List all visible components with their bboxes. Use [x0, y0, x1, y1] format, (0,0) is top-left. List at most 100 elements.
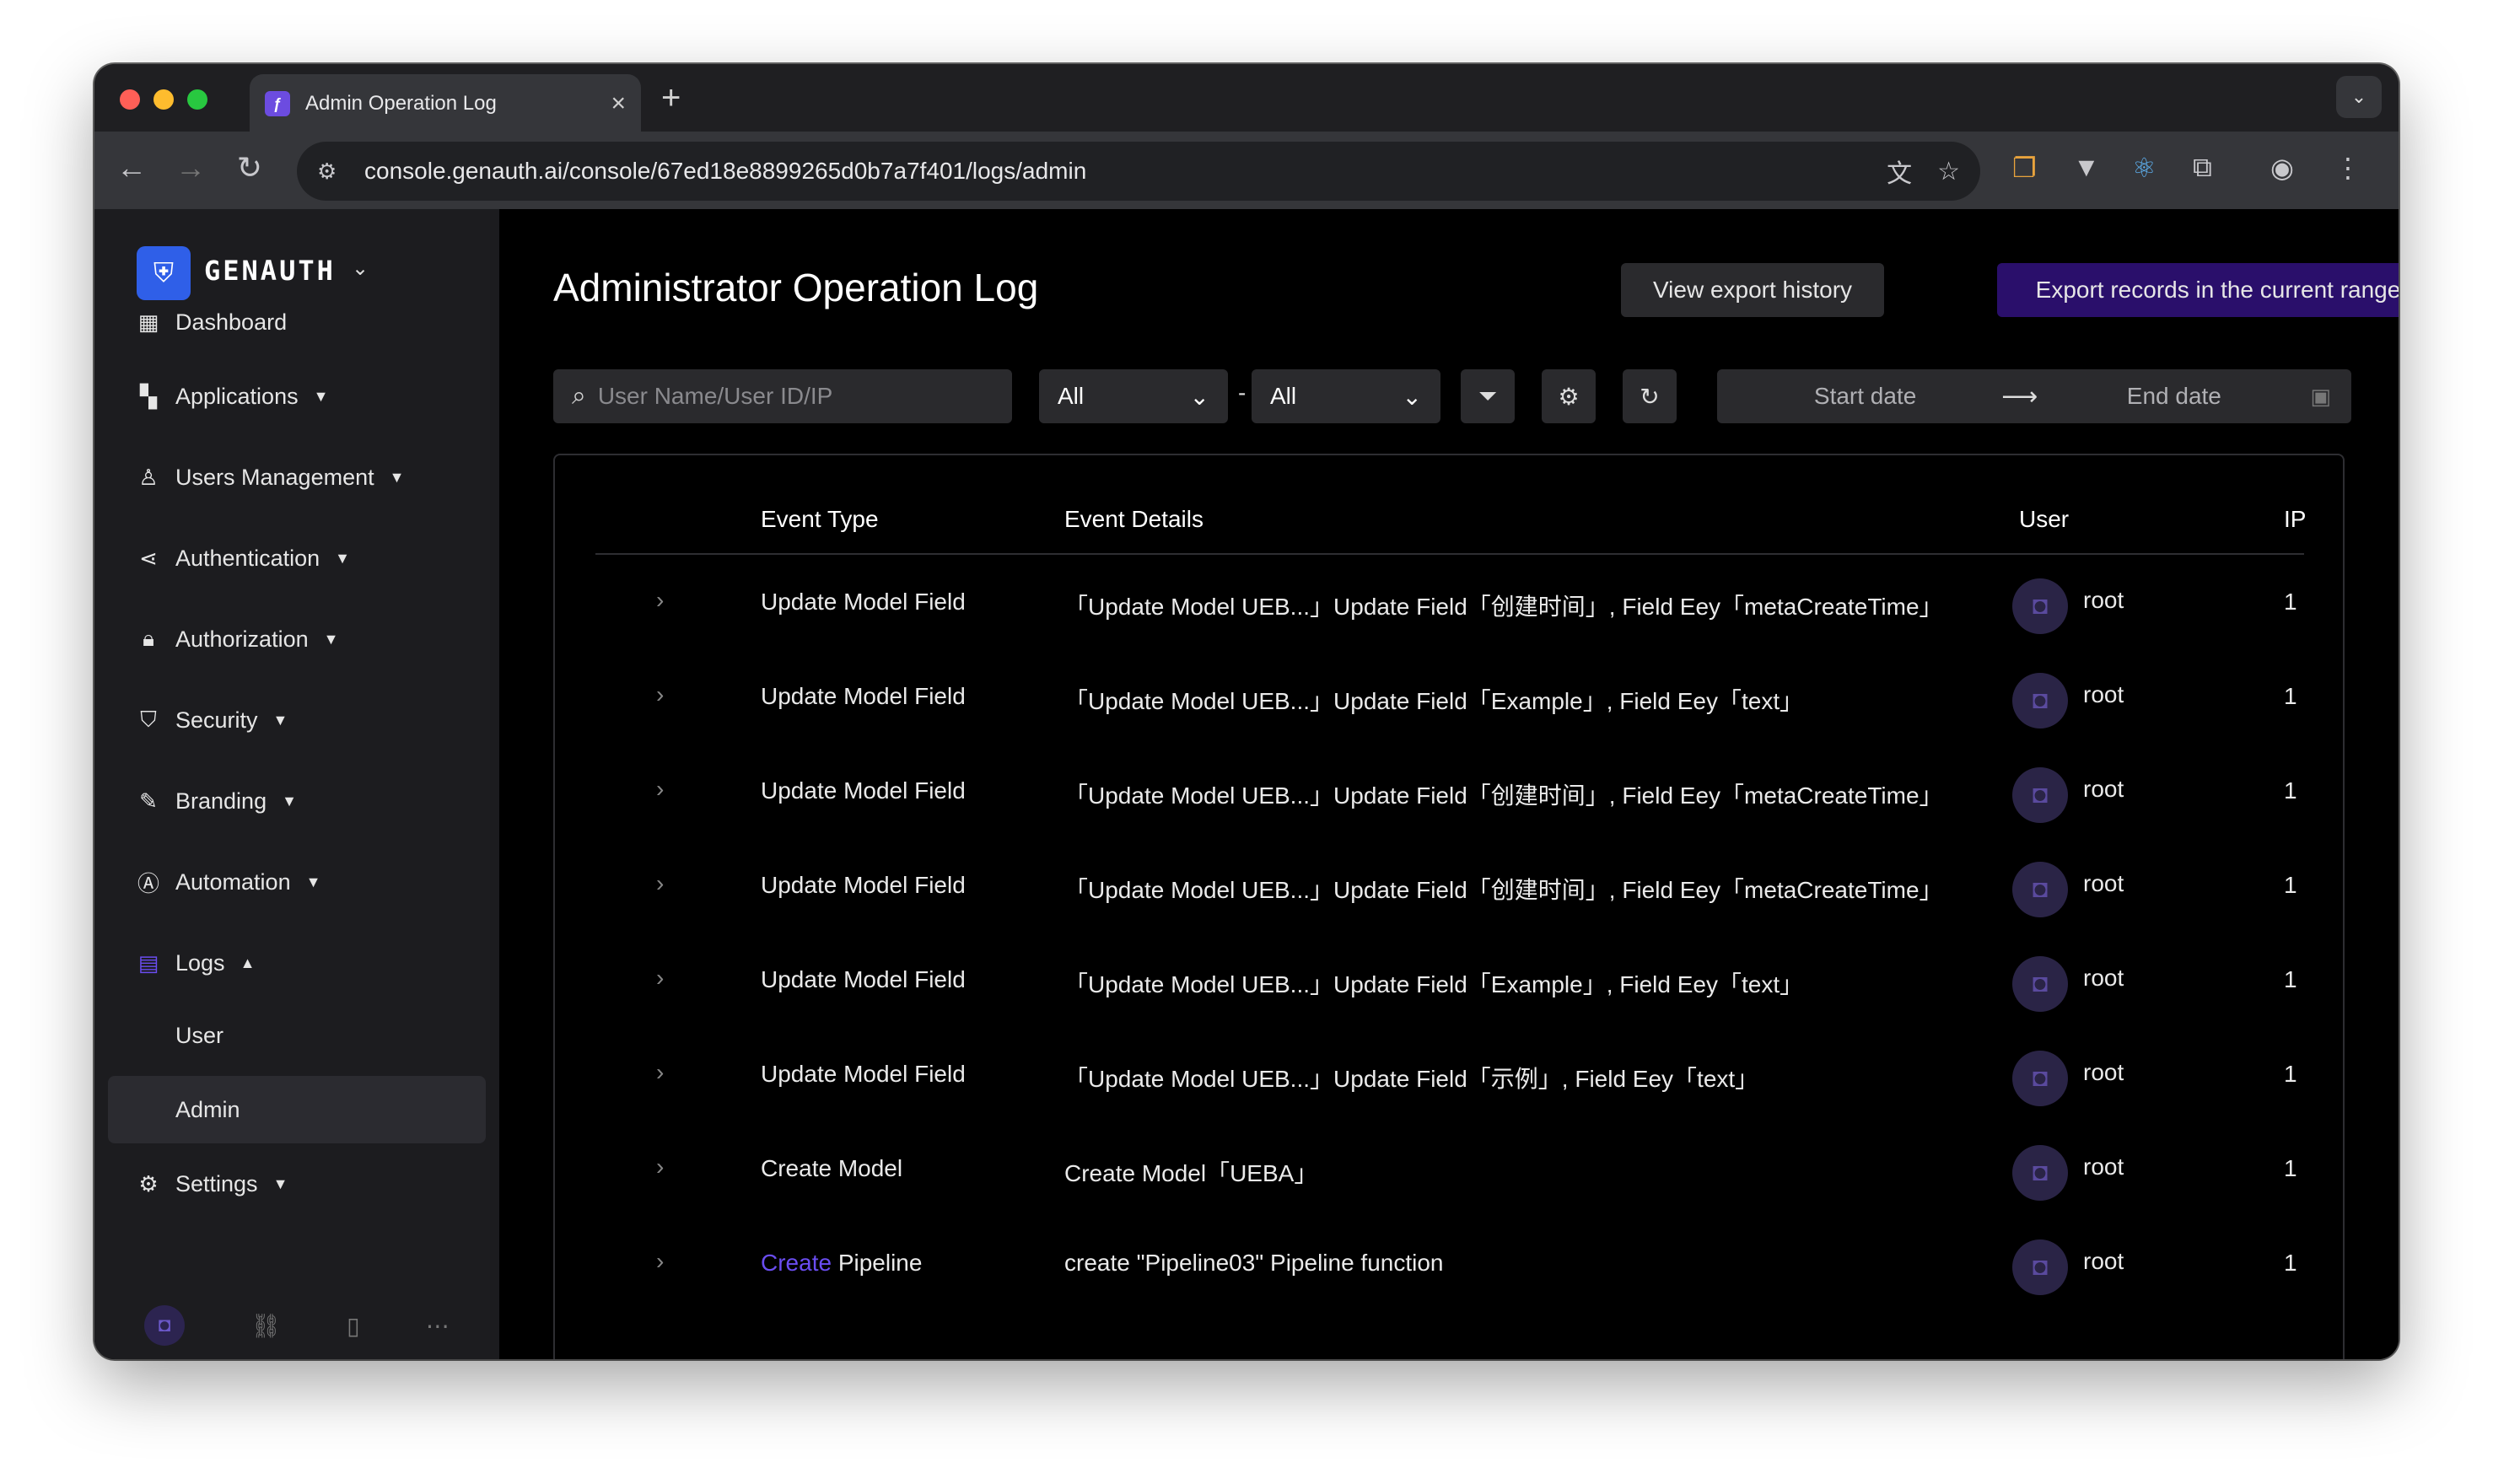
header-ip: IP [2284, 506, 2307, 532]
user-cell: root [2083, 965, 2124, 991]
event-category-select[interactable]: All ⌄ [1039, 369, 1228, 423]
new-tab-button[interactable]: + [661, 79, 681, 117]
expand-chevron-icon[interactable]: › [656, 1248, 664, 1275]
event-details-cell: 「Update Model UEB...」Update Field「创建时间」,… [1064, 877, 1943, 903]
robot-avatar-icon: ◘ [2012, 767, 2068, 823]
extensions-puzzle-icon[interactable]: ⧉ [2193, 152, 2212, 184]
bookmark-star-icon[interactable]: ☆ [1937, 157, 1960, 186]
org-switcher-chevron-icon[interactable]: ⌄ [352, 256, 369, 281]
expand-chevron-icon[interactable]: › [656, 1153, 664, 1180]
caret-up-icon: ▲ [240, 954, 256, 971]
table-row[interactable]: › Update Model Field 「Update Model UEB..… [595, 745, 2304, 840]
date-range-picker[interactable]: Start date ⟶ End date ▣ [1717, 369, 2351, 423]
caret-down-icon: ▼ [389, 468, 405, 486]
filter-bar: ⌕ All ⌄ - All ⌄ ⏷ ⚙ ↻ [553, 369, 2351, 423]
sidebar-item-label: Settings [175, 1170, 258, 1196]
sidebar-subitem-user[interactable]: User [108, 1002, 486, 1069]
table-row[interactable]: › Update Model Field 「Update Model UEB..… [595, 840, 2304, 934]
event-type-cell: Update Model Field [761, 683, 966, 709]
sidebar: ⛨ GENAUTH ⌄ ▦ Dashboard ▚ Applications ▼… [94, 209, 499, 1359]
table-row[interactable]: › Update Model Field 「Update Model UEB..… [595, 1029, 2304, 1123]
reload-icon[interactable]: ↻ [229, 150, 270, 186]
end-date-field[interactable]: End date [2046, 383, 2302, 410]
sidebar-item-automation[interactable]: Ⓐ Automation ▼ [137, 857, 320, 907]
react-devtools-icon[interactable]: ⚛ [2132, 152, 2156, 184]
forward-arrow-icon[interactable]: → [170, 150, 211, 186]
tab-close-icon[interactable]: × [611, 89, 626, 118]
expand-chevron-icon[interactable]: › [656, 681, 664, 708]
vue-devtools-icon[interactable]: ▼ [2073, 152, 2100, 183]
lock-icon: 🔒︎ [143, 626, 154, 651]
table-row[interactable]: › Create Pipeline create "Pipeline03" Pi… [595, 1218, 2304, 1312]
user-icon: ♙ [138, 464, 159, 490]
table-row[interactable]: › Update Model Field 「Update Model UEB..… [595, 556, 2304, 651]
page-title: Administrator Operation Log [553, 266, 1039, 309]
sidebar-item-label: Dashboard [175, 309, 288, 335]
sidebar-item-security[interactable]: ⛉ Security ▼ [137, 695, 288, 745]
caret-down-icon: ▼ [272, 711, 288, 729]
brush-icon: ✎ [139, 788, 158, 814]
ip-cell: 1 [2284, 1155, 2297, 1181]
expand-chevron-icon[interactable]: › [656, 587, 664, 614]
view-export-history-button[interactable]: View export history [1621, 263, 1884, 317]
url-text[interactable]: console.genauth.ai/console/67ed18e889926… [364, 158, 1861, 185]
grid-icon: ▦ [137, 309, 159, 335]
sidebar-item-applications[interactable]: ▚ Applications ▼ [137, 371, 328, 422]
sidebar-subitem-admin[interactable]: Admin [108, 1076, 486, 1143]
address-bar[interactable]: ⚙ console.genauth.ai/console/67ed18e8899… [297, 142, 1980, 201]
chevron-down-icon: ⌄ [1189, 383, 1209, 410]
ip-cell: 1 [2284, 1061, 2297, 1087]
export-records-button[interactable]: Export records in the current range [1997, 263, 2399, 317]
filter-button[interactable]: ⏷ [1461, 369, 1515, 423]
maximize-window-button[interactable] [187, 89, 207, 110]
ip-cell: 1 [2284, 777, 2297, 804]
sidebar-item-settings[interactable]: ⚙ Settings ▼ [137, 1159, 288, 1209]
expand-chevron-icon[interactable]: › [656, 965, 664, 992]
sidebar-item-authorization[interactable]: 🔒︎ Authorization ▼ [137, 614, 338, 664]
user-cell: root [2083, 776, 2124, 802]
minimize-window-button[interactable] [153, 89, 174, 110]
settings-button[interactable]: ⚙ [1542, 369, 1596, 423]
sidebar-item-label: Security [175, 707, 258, 733]
table-row[interactable]: › Update Model Field 「Update Model UEB..… [595, 934, 2304, 1029]
event-type-select[interactable]: All ⌄ [1252, 369, 1440, 423]
sidebar-item-logs[interactable]: ▤ Logs ▲ [137, 938, 256, 988]
extension-copy-icon[interactable]: ❐ [2012, 152, 2037, 184]
search-box[interactable]: ⌕ [553, 369, 1012, 423]
expand-chevron-icon[interactable]: › [656, 776, 664, 803]
sidebar-item-dashboard[interactable]: ▦ Dashboard [137, 297, 287, 347]
close-window-button[interactable] [120, 89, 140, 110]
sidebar-item-users-management[interactable]: ♙ Users Management ▼ [137, 452, 404, 503]
profile-icon[interactable]: ◉ [2270, 152, 2294, 184]
caret-down-icon: ▼ [282, 792, 297, 809]
site-settings-icon[interactable]: ⚙ [317, 159, 351, 185]
refresh-button[interactable]: ↻ [1623, 369, 1677, 423]
table-row[interactable]: › Update Model Field 「Update Model UEB..… [595, 651, 2304, 745]
book-icon[interactable]: ▯ [347, 1312, 359, 1340]
sidebar-item-label: Applications [175, 383, 299, 409]
sidebar-item-label: Users Management [175, 464, 374, 490]
ip-cell: 1 [2284, 1250, 2297, 1276]
browser-tab[interactable]: ƒ Admin Operation Log × [250, 74, 641, 133]
ip-cell: 1 [2284, 966, 2297, 992]
event-type-link[interactable]: Create [761, 1250, 832, 1276]
event-details-cell: 「Update Model UEB...」Update Field「Exampl… [1064, 688, 1804, 714]
expand-chevron-icon[interactable]: › [656, 1059, 664, 1086]
link-icon[interactable]: ⛓ [250, 1312, 281, 1340]
apps-icon: ▚ [140, 383, 157, 409]
translate-icon[interactable]: 文 [1887, 153, 1912, 190]
expand-chevron-icon[interactable]: › [656, 870, 664, 897]
browser-menu-icon[interactable]: ⋮ [2334, 152, 2361, 184]
sidebar-item-authentication[interactable]: ⋖ Authentication ▼ [137, 533, 350, 583]
event-details-cell: 「Update Model UEB...」Update Field「Exampl… [1064, 971, 1804, 997]
tab-search-chevron-icon[interactable]: ⌄ [2336, 76, 2382, 118]
sidebar-item-branding[interactable]: ✎ Branding ▼ [137, 776, 297, 826]
select-value: All [1270, 383, 1297, 409]
search-input[interactable] [597, 383, 1003, 410]
start-date-field[interactable]: Start date [1737, 383, 1993, 410]
robot-assistant-icon[interactable]: ◘ [144, 1305, 186, 1346]
more-icon[interactable]: ⋯ [426, 1312, 450, 1340]
user-cell: root [2083, 1059, 2124, 1085]
back-arrow-icon[interactable]: ← [111, 150, 152, 186]
table-row[interactable]: › Create Model Create Model「UEBA」 ◘ root… [595, 1123, 2304, 1218]
